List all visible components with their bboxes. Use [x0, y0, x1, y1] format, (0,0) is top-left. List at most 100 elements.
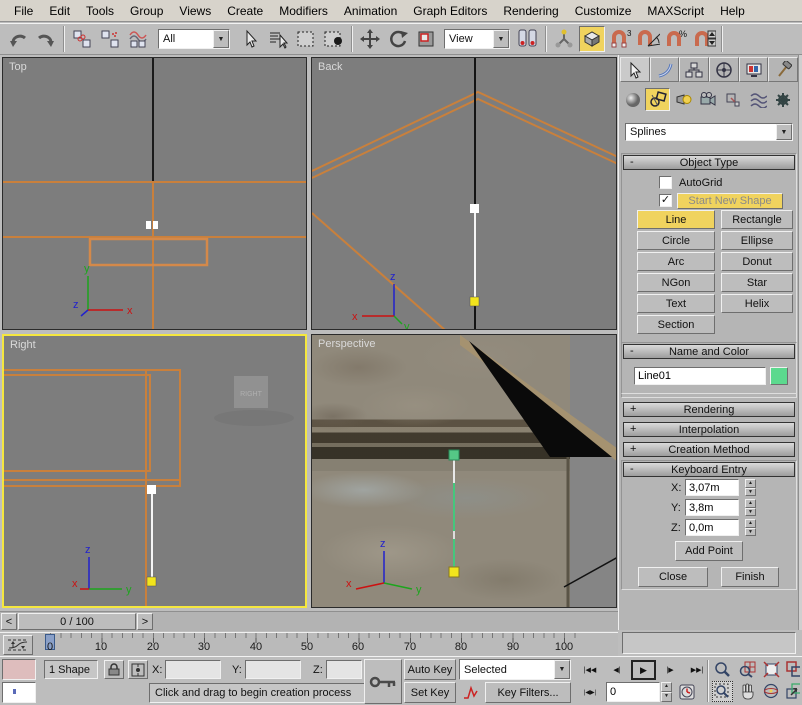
- unlink-selection-icon[interactable]: [97, 26, 123, 52]
- transform-z-field[interactable]: [326, 660, 362, 679]
- tab-display[interactable]: [739, 57, 769, 82]
- interpolation-rollout-header[interactable]: + Interpolation: [623, 422, 795, 437]
- menu-file[interactable]: File: [6, 1, 41, 21]
- next-frame-arrow-button[interactable]: >: [137, 613, 153, 630]
- time-slider-handle[interactable]: 0 / 100: [18, 613, 136, 630]
- star-button[interactable]: Star: [721, 273, 793, 292]
- shape-category-dropdown[interactable]: Splines ▼: [625, 123, 793, 141]
- selection-filter-dropdown[interactable]: All ▼: [158, 29, 230, 49]
- helix-button[interactable]: Helix: [721, 294, 793, 313]
- y-coord-spinner[interactable]: ▲▼: [745, 499, 756, 516]
- text-button[interactable]: Text: [637, 294, 715, 313]
- x-coord-spinner[interactable]: ▲▼: [745, 479, 756, 496]
- shapes-icon[interactable]: [645, 88, 670, 111]
- menu-graph-editors[interactable]: Graph Editors: [405, 1, 495, 21]
- tab-create[interactable]: [620, 57, 650, 82]
- add-point-button[interactable]: Add Point: [675, 541, 743, 561]
- pan-hand-icon[interactable]: [737, 681, 758, 702]
- systems-icon[interactable]: [770, 88, 795, 111]
- viewport-back[interactable]: Back z x y: [311, 57, 617, 330]
- frame-spinner[interactable]: ▲▼: [661, 682, 672, 702]
- panel-scrollbar[interactable]: [798, 55, 802, 630]
- select-and-scale-icon[interactable]: [413, 26, 439, 52]
- autogrid-checkbox[interactable]: [659, 176, 672, 189]
- viewport-perspective[interactable]: Perspective z x y: [311, 334, 617, 608]
- select-object-icon[interactable]: [237, 26, 263, 52]
- name-color-rollout-header[interactable]: - Name and Color: [623, 344, 795, 359]
- percent-snap-icon[interactable]: %: [663, 26, 689, 52]
- close-button[interactable]: Close: [638, 567, 708, 587]
- track-bar[interactable]: 0 10 20 30 40 50 60 70 80 90 100: [0, 632, 618, 656]
- min-max-toggle-icon[interactable]: [785, 681, 801, 702]
- z-coord-spinner[interactable]: ▲▼: [745, 519, 756, 536]
- zoom-icon[interactable]: [712, 659, 733, 680]
- menu-help[interactable]: Help: [712, 1, 753, 21]
- ngon-button[interactable]: NGon: [637, 273, 715, 292]
- next-frame-button[interactable]: |▶: [659, 660, 681, 680]
- object-type-rollout-header[interactable]: - Object Type: [623, 155, 795, 170]
- previous-frame-button[interactable]: ◀|: [606, 660, 628, 680]
- snaps-toggle-icon[interactable]: [579, 26, 605, 52]
- circle-button[interactable]: Circle: [637, 231, 715, 250]
- key-filters-curve-icon[interactable]: [459, 682, 481, 703]
- selection-lock-toggle[interactable]: [104, 660, 124, 679]
- redo-icon[interactable]: [33, 26, 59, 52]
- menu-create[interactable]: Create: [219, 1, 271, 21]
- tab-hierarchy[interactable]: [679, 57, 709, 82]
- cameras-icon[interactable]: [695, 88, 720, 111]
- object-color-swatch[interactable]: [770, 367, 788, 385]
- menu-group[interactable]: Group: [122, 1, 171, 21]
- timeline-ruler[interactable]: 0 10 20 30 40 50 60 70 80 90 100: [36, 633, 618, 657]
- key-filters-button[interactable]: Key Filters...: [485, 682, 571, 703]
- viewport-right-active[interactable]: Right RIGHT z y x: [2, 334, 307, 608]
- menu-edit[interactable]: Edit: [41, 1, 78, 21]
- transform-y-field[interactable]: [245, 660, 301, 679]
- macro-recorder-swatch[interactable]: [2, 659, 36, 680]
- arc-rotate-icon[interactable]: [761, 681, 782, 702]
- tab-modify[interactable]: [650, 57, 680, 82]
- angle-snap-icon[interactable]: [635, 26, 661, 52]
- lights-icon[interactable]: [670, 88, 695, 111]
- key-mode-toggle-button[interactable]: |◀▶|: [578, 682, 602, 702]
- arc-button[interactable]: Arc: [637, 252, 715, 271]
- creation-method-rollout-header[interactable]: + Creation Method: [623, 442, 795, 457]
- maxscript-listener-field[interactable]: [2, 682, 36, 703]
- select-and-rotate-icon[interactable]: [385, 26, 411, 52]
- spinner-snap-icon[interactable]: [691, 26, 717, 52]
- set-keys-button[interactable]: [364, 659, 402, 704]
- start-new-shape-checkbox[interactable]: [659, 194, 672, 207]
- select-and-link-icon[interactable]: [69, 26, 95, 52]
- viewport-top[interactable]: Top y x z: [2, 57, 307, 330]
- zoom-extents-all-icon[interactable]: [785, 659, 801, 680]
- snap-3d-icon[interactable]: 3: [607, 26, 633, 52]
- menu-rendering[interactable]: Rendering: [495, 1, 566, 21]
- set-key-button[interactable]: Set Key: [404, 682, 456, 703]
- keyboard-entry-rollout-header[interactable]: - Keyboard Entry: [623, 462, 795, 477]
- rendering-rollout-header[interactable]: + Rendering: [623, 402, 795, 417]
- geometry-icon[interactable]: [620, 88, 645, 111]
- menu-maxscript[interactable]: MAXScript: [639, 1, 712, 21]
- zoom-all-icon[interactable]: [737, 659, 758, 680]
- transform-x-field[interactable]: [165, 660, 221, 679]
- x-coord-field[interactable]: [685, 479, 739, 496]
- tab-motion[interactable]: [709, 57, 739, 82]
- menu-animation[interactable]: Animation: [336, 1, 405, 21]
- ellipse-button[interactable]: Ellipse: [721, 231, 793, 250]
- menu-customize[interactable]: Customize: [567, 1, 640, 21]
- time-configuration-button[interactable]: [676, 682, 698, 702]
- current-frame-field[interactable]: [606, 682, 660, 702]
- goto-start-button[interactable]: |◀◀: [578, 660, 602, 680]
- helpers-icon[interactable]: [720, 88, 745, 111]
- menu-tools[interactable]: Tools: [78, 1, 122, 21]
- rectangular-selection-region-icon[interactable]: [293, 26, 319, 52]
- space-warps-icon[interactable]: [745, 88, 770, 111]
- object-name-field[interactable]: [634, 367, 766, 385]
- region-zoom-icon[interactable]: [712, 681, 733, 702]
- zoom-extents-icon[interactable]: [761, 659, 782, 680]
- mini-curve-editor-button[interactable]: [3, 635, 33, 655]
- menu-views[interactable]: Views: [171, 1, 219, 21]
- finish-button[interactable]: Finish: [721, 567, 779, 587]
- y-coord-field[interactable]: [685, 499, 739, 516]
- z-coord-field[interactable]: [685, 519, 739, 536]
- select-and-move-icon[interactable]: [357, 26, 383, 52]
